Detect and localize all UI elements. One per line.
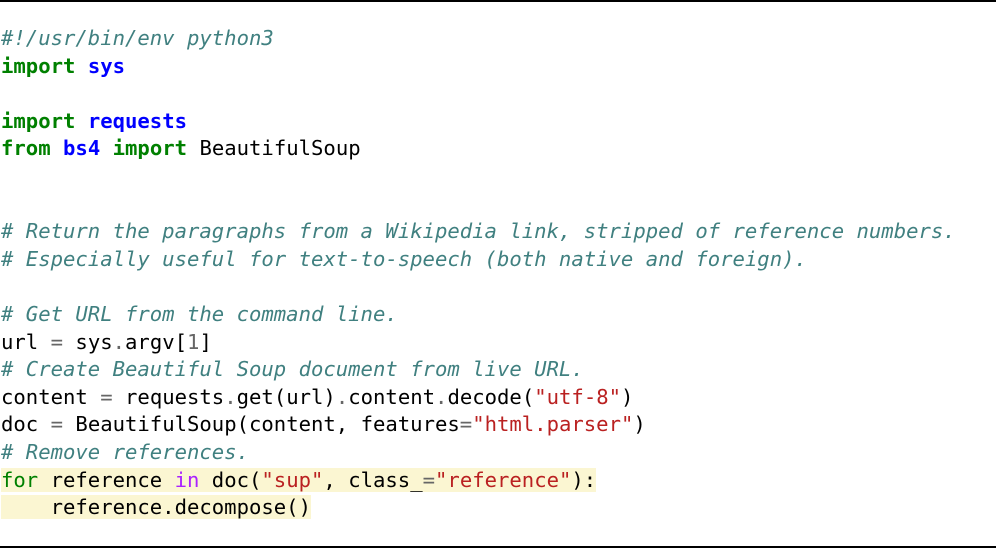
operator-dot: . (335, 384, 349, 409)
code-line-import-requests: import requests (1, 108, 956, 136)
code-line-comment-especially: # Especially useful for text-to-speech (… (1, 246, 956, 274)
name-argv: argv[ (125, 329, 188, 354)
code-line-decompose: reference.decompose() (1, 494, 956, 522)
attr-content: content (348, 384, 436, 409)
call-beautifulsoup: BeautifulSoup(content, features (63, 412, 460, 437)
close-paren: ) (621, 384, 634, 409)
var-content: content (1, 384, 101, 409)
code-block: #!/usr/bin/env python3 import sys import … (1, 25, 956, 522)
operator-eq: = (100, 384, 113, 409)
operator-dot: . (435, 384, 448, 409)
string-reference: "reference" (435, 467, 572, 492)
operator-eq: = (422, 467, 436, 492)
string-html-parser: "html.parser" (472, 412, 634, 437)
keyword-in: in (174, 467, 200, 492)
code-line-shebang: #!/usr/bin/env python3 (1, 25, 956, 53)
module-bs4: bs4 (63, 136, 101, 161)
comment-especially: # Especially useful for text-to-speech (… (1, 246, 807, 271)
string-sup: "sup" (261, 467, 324, 492)
operator-dot: . (224, 384, 237, 409)
name-sys: sys (75, 329, 113, 354)
highlight-region: for reference in doc("sup", class_="refe… (1, 467, 597, 492)
code-line-comment-create: # Create Beautiful Soup document from li… (1, 356, 956, 384)
kwarg-class: , class_ (323, 467, 423, 492)
code-line-from-bs4: from bs4 import BeautifulSoup (1, 135, 956, 163)
top-rule (0, 0, 996, 2)
name-beautifulsoup: BeautifulSoup (199, 136, 361, 161)
comment-get-url: # Get URL from the command line. (1, 301, 398, 326)
code-line-for-loop: for reference in doc("sup", class_="refe… (1, 467, 956, 495)
operator-eq: = (50, 412, 64, 437)
code-line-comment-remove: # Remove references. (1, 439, 956, 467)
comment-return: # Return the paragraphs from a Wikipedia… (1, 219, 956, 244)
code-line-comment-return: # Return the paragraphs from a Wikipedia… (1, 218, 956, 246)
close-paren: ) (633, 412, 646, 437)
keyword-from: from (1, 136, 51, 161)
for-end: ): (571, 467, 597, 492)
keyword-import: import (1, 108, 76, 133)
string-utf8: "utf-8" (534, 384, 622, 409)
number-index: 1 (187, 329, 200, 354)
operator-eq: = (459, 412, 473, 437)
keyword-import: import (1, 53, 76, 78)
var-url: url (1, 329, 39, 354)
comment-create: # Create Beautiful Soup document from li… (1, 357, 584, 382)
bottom-rule (0, 546, 996, 548)
operator-dot: . (112, 329, 126, 354)
code-line-content-assign: content = requests.get(url).content.deco… (1, 384, 956, 412)
name-requests: requests (125, 384, 225, 409)
keyword-for: for (1, 467, 39, 492)
comment-remove: # Remove references. (1, 439, 249, 464)
highlight-region: reference.decompose() (1, 495, 311, 520)
call-decode: decode( (447, 384, 535, 409)
module-requests: requests (87, 108, 188, 133)
code-line-doc-assign: doc = BeautifulSoup(content, features="h… (1, 411, 956, 439)
shebang-comment: #!/usr/bin/env python3 (1, 26, 274, 50)
call-doc: doc( (199, 467, 262, 492)
code-line-comment-get-url: # Get URL from the command line. (1, 301, 956, 329)
call-decompose: reference.decompose() (1, 495, 311, 520)
code-line-import-sys: import sys (1, 53, 956, 81)
var-doc: doc (1, 412, 51, 437)
call-get: get(url) (236, 384, 336, 409)
keyword-import: import (112, 136, 188, 161)
module-sys: sys (87, 53, 126, 78)
loop-target: reference (38, 467, 175, 492)
operator-eq: = (50, 329, 64, 354)
code-line-url-assign: url = sys.argv[1] (1, 329, 956, 357)
close-bracket: ] (199, 329, 212, 354)
